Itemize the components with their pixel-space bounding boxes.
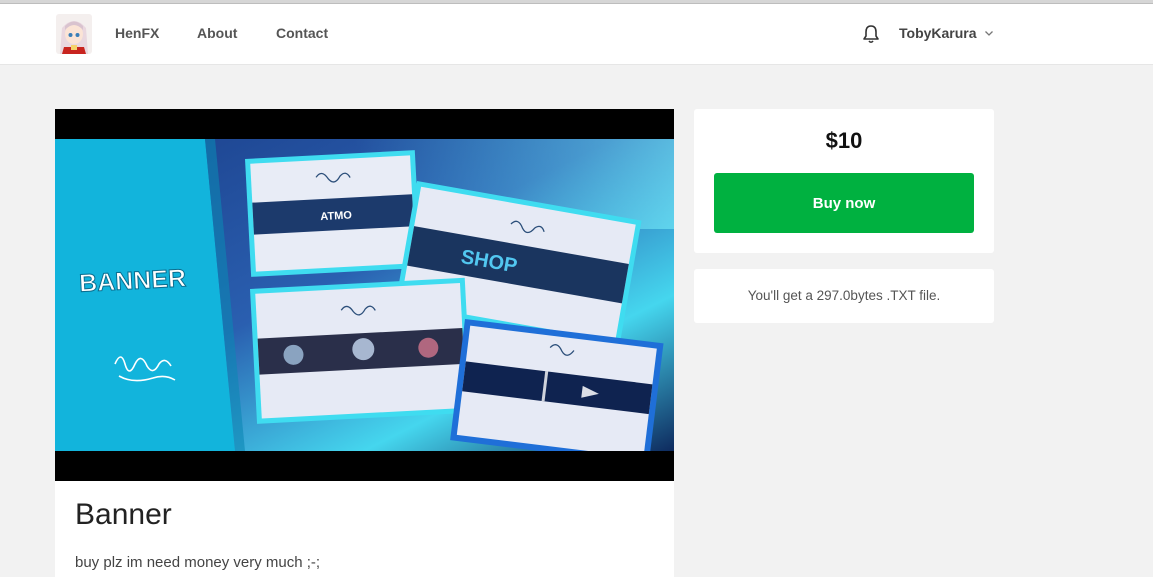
cover-side-text: BANNER bbox=[78, 264, 186, 298]
site-header: HenFX About Contact TobyKarura bbox=[0, 4, 1153, 65]
username: TobyKarura bbox=[899, 25, 977, 41]
user-menu[interactable]: TobyKarura bbox=[899, 25, 994, 41]
nav-contact[interactable]: Contact bbox=[276, 25, 328, 41]
nav-about[interactable]: About bbox=[197, 25, 237, 41]
nav-henfx[interactable]: HenFX bbox=[115, 25, 159, 41]
price-card: $10 Buy now bbox=[694, 109, 994, 253]
product-cover-image: BANNER ATMO SHOP bbox=[55, 109, 674, 481]
product-card: BANNER ATMO SHOP Banner buy plz im need … bbox=[55, 109, 674, 577]
buy-now-button[interactable]: Buy now bbox=[714, 173, 974, 233]
chevron-down-icon bbox=[984, 31, 993, 36]
file-info-card: You'll get a 297.0bytes .TXT file. bbox=[694, 269, 994, 323]
file-info-text: You'll get a 297.0bytes .TXT file. bbox=[747, 288, 941, 303]
anime-avatar-image bbox=[56, 14, 92, 54]
product-description: buy plz im need money very much ;-; bbox=[75, 554, 321, 571]
banner-text-atmo: ATMO bbox=[320, 209, 353, 223]
bell-icon[interactable] bbox=[862, 24, 880, 44]
product-price: $10 bbox=[825, 128, 863, 153]
product-title: Banner bbox=[75, 498, 172, 531]
creator-avatar[interactable] bbox=[56, 14, 92, 54]
